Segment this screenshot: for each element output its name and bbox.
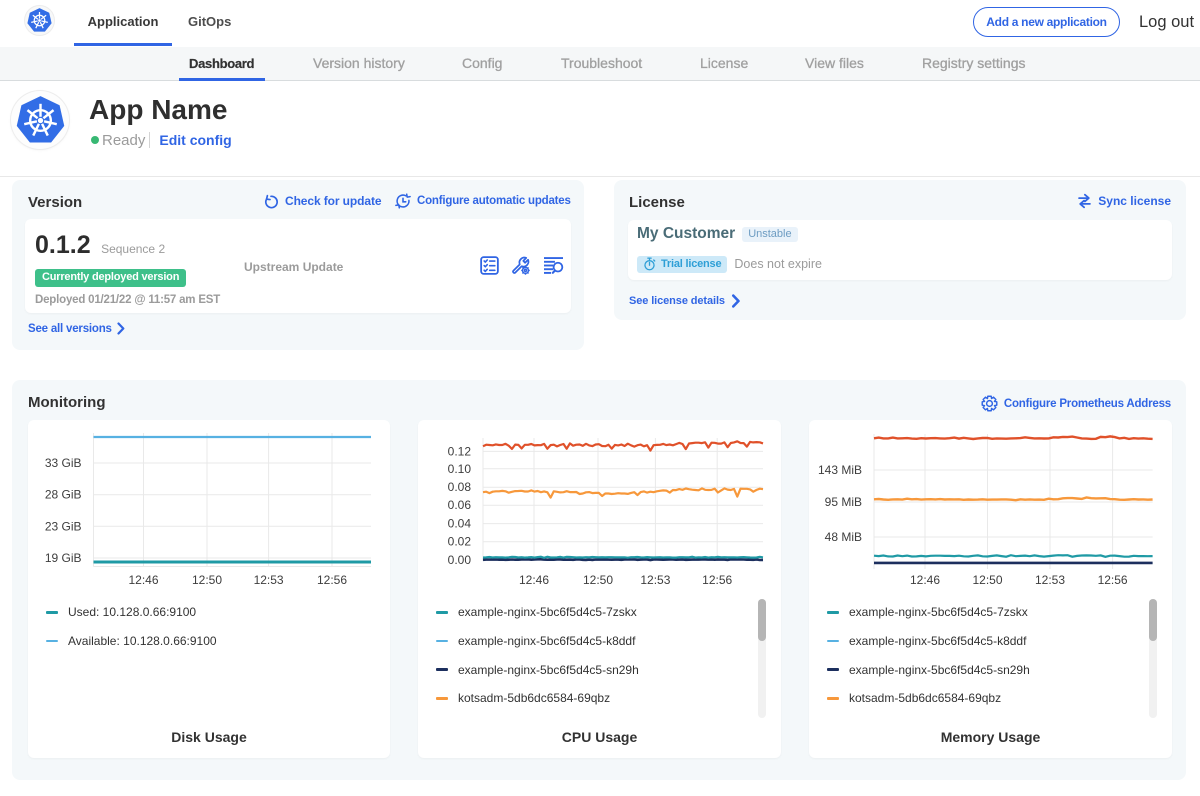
svg-text:12:56: 12:56 (702, 573, 732, 587)
svg-text:48 MiB: 48 MiB (825, 530, 862, 544)
svg-text:0.08: 0.08 (448, 480, 472, 494)
svg-text:143 MiB: 143 MiB (818, 463, 862, 477)
svg-text:0.00: 0.00 (448, 553, 472, 567)
svg-text:12:56: 12:56 (1098, 573, 1128, 587)
svg-text:23 GiB: 23 GiB (45, 519, 82, 533)
svg-text:0.02: 0.02 (448, 535, 472, 549)
svg-text:0.12: 0.12 (448, 444, 472, 458)
svg-text:12:53: 12:53 (1035, 573, 1065, 587)
svg-text:0.06: 0.06 (448, 498, 472, 512)
svg-text:12:53: 12:53 (640, 573, 670, 587)
svg-text:12:56: 12:56 (317, 573, 347, 587)
svg-text:28 GiB: 28 GiB (45, 488, 82, 502)
svg-text:12:50: 12:50 (583, 573, 613, 587)
svg-text:12:50: 12:50 (972, 573, 1002, 587)
svg-text:12:46: 12:46 (519, 573, 549, 587)
svg-text:33 GiB: 33 GiB (45, 456, 82, 470)
svg-text:0.04: 0.04 (448, 517, 472, 531)
svg-text:12:50: 12:50 (192, 573, 222, 587)
svg-text:12:46: 12:46 (910, 573, 940, 587)
svg-text:95 MiB: 95 MiB (825, 495, 862, 509)
svg-text:0.10: 0.10 (448, 462, 472, 476)
svg-text:12:53: 12:53 (254, 573, 284, 587)
svg-text:19 GiB: 19 GiB (45, 551, 82, 565)
svg-text:12:46: 12:46 (128, 573, 158, 587)
